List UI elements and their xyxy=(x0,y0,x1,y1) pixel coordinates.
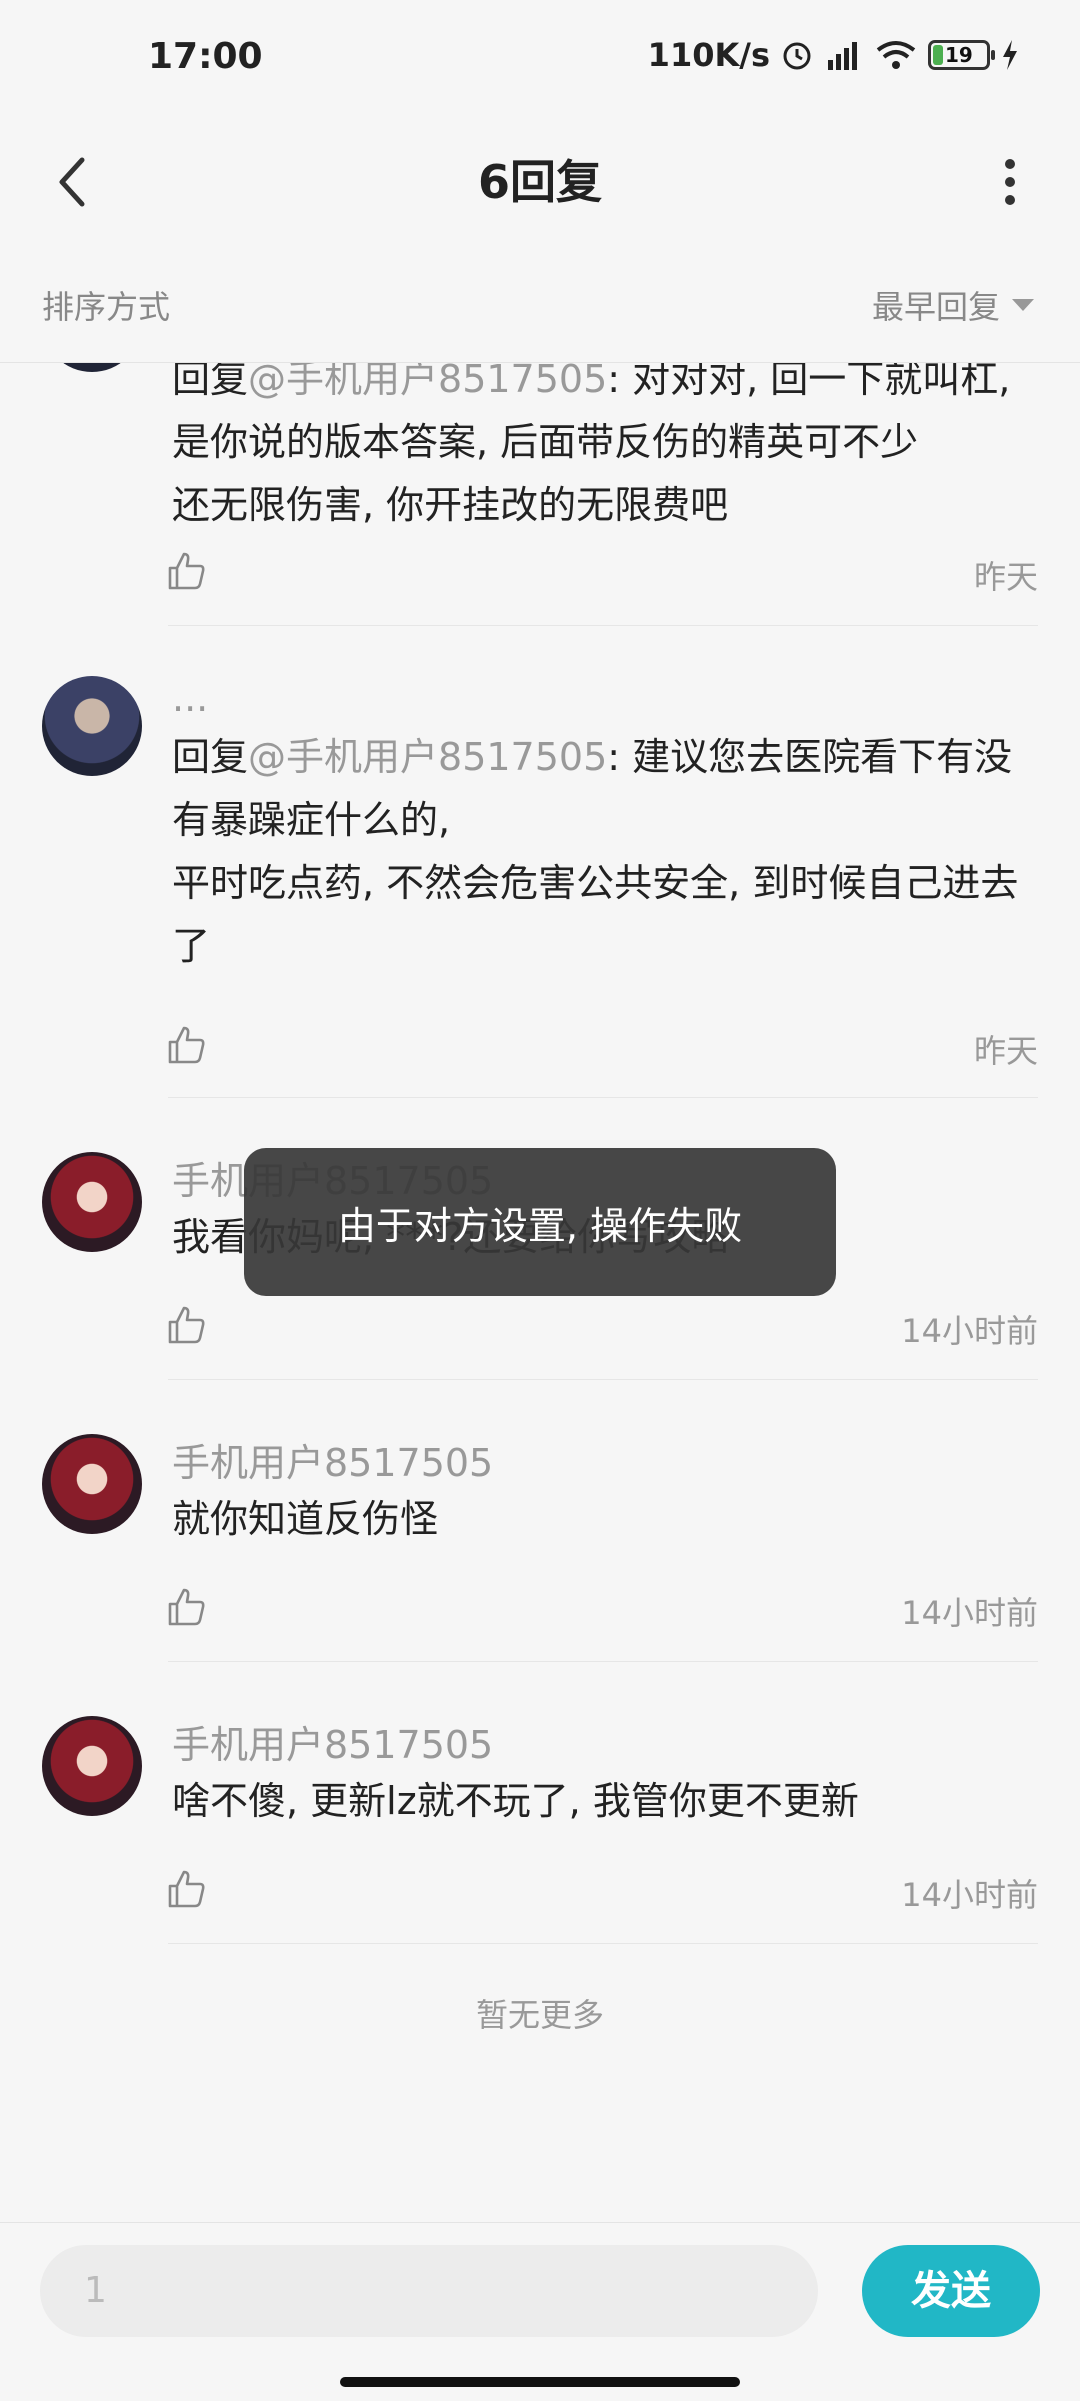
thumbs-up-icon[interactable] xyxy=(166,1304,208,1346)
mention-link[interactable]: @手机用户8517505 xyxy=(248,362,607,401)
user-name[interactable]: 手机用户8517505 xyxy=(172,1714,493,1769)
thumbs-up-icon[interactable] xyxy=(166,1586,208,1628)
sort-value: 最早回复 xyxy=(871,288,1000,326)
more-icon[interactable] xyxy=(980,142,1040,222)
reply-content: 回复@手机用户8517505: 对对对, 回一下就叫杠, 是你说的版本答案, 后… xyxy=(172,362,1020,537)
sort-bar: 排序方式 最早回复 xyxy=(0,244,1080,363)
battery-level: 19 xyxy=(945,43,973,67)
reply-content: 就你知道反伤怪 xyxy=(172,1497,439,1541)
charging-icon xyxy=(1003,40,1017,70)
thumbs-up-icon[interactable] xyxy=(166,1024,208,1066)
page-title: 6回复 xyxy=(477,155,602,209)
sort-label: 排序方式 xyxy=(42,288,171,326)
reply-item: 手机用户8517505 就你知道反伤怪 14小时前 xyxy=(0,1380,1080,1662)
toast-message: 由于对方设置, 操作失败 xyxy=(244,1148,836,1296)
reply-time: 14小时前 xyxy=(901,1876,1038,1914)
network-speed: 110K/s xyxy=(647,36,770,74)
user-name[interactable]: 手机用户8517505 xyxy=(172,1432,493,1487)
wifi-icon xyxy=(876,41,916,69)
reply-item: 手机用户8517505 啥不傻, 更新lz就不玩了, 我管你更不更新 14小时前 xyxy=(0,1662,1080,1944)
status-time: 17:00 xyxy=(148,36,263,77)
battery-icon: 19 xyxy=(928,40,995,70)
signal-icon xyxy=(828,42,857,70)
chevron-down-icon xyxy=(1012,299,1034,311)
thumbs-up-icon[interactable] xyxy=(166,550,208,592)
reply-bar: 1 发送 xyxy=(0,2222,1080,2401)
avatar[interactable] xyxy=(42,1434,142,1534)
reply-time: 昨天 xyxy=(973,558,1038,596)
avatar[interactable] xyxy=(42,1152,142,1252)
mention-link[interactable]: @手机用户8517505 xyxy=(248,735,607,779)
avatar[interactable] xyxy=(42,1716,142,1816)
send-button[interactable]: 发送 xyxy=(862,2245,1040,2337)
avatar[interactable] xyxy=(42,676,142,776)
reply-item: ... 回复@手机用户8517505: 建议您去医院看下有没有暴躁症什么的, 平… xyxy=(0,626,1080,1098)
home-indicator[interactable] xyxy=(340,2377,740,2387)
reply-time: 14小时前 xyxy=(901,1312,1038,1350)
status-bar: 17:00 110K/s 19 xyxy=(0,0,1080,120)
reply-content: 回复@手机用户8517505: 建议您去医院看下有没有暴躁症什么的, 平时吃点药… xyxy=(172,735,1019,968)
reply-content: 啥不傻, 更新lz就不玩了, 我管你更不更新 xyxy=(172,1779,859,1823)
alarm-icon xyxy=(783,42,811,70)
sort-dropdown[interactable]: 最早回复 xyxy=(872,282,1034,328)
user-name[interactable]: ... xyxy=(172,676,208,720)
no-more-label: 暂无更多 xyxy=(475,1996,604,2034)
thumbs-up-icon[interactable] xyxy=(166,1868,208,1910)
avatar[interactable] xyxy=(42,362,142,372)
reply-time: 14小时前 xyxy=(901,1594,1038,1632)
reply-input[interactable]: 1 xyxy=(40,2245,818,2337)
header: 6回复 xyxy=(0,120,1080,245)
status-icons: 110K/s 19 xyxy=(648,36,1020,74)
reply-item: 回复@手机用户8517505: 对对对, 回一下就叫杠, 是你说的版本答案, 后… xyxy=(0,362,1080,626)
divider xyxy=(168,1943,1038,1944)
reply-time: 昨天 xyxy=(973,1032,1038,1070)
